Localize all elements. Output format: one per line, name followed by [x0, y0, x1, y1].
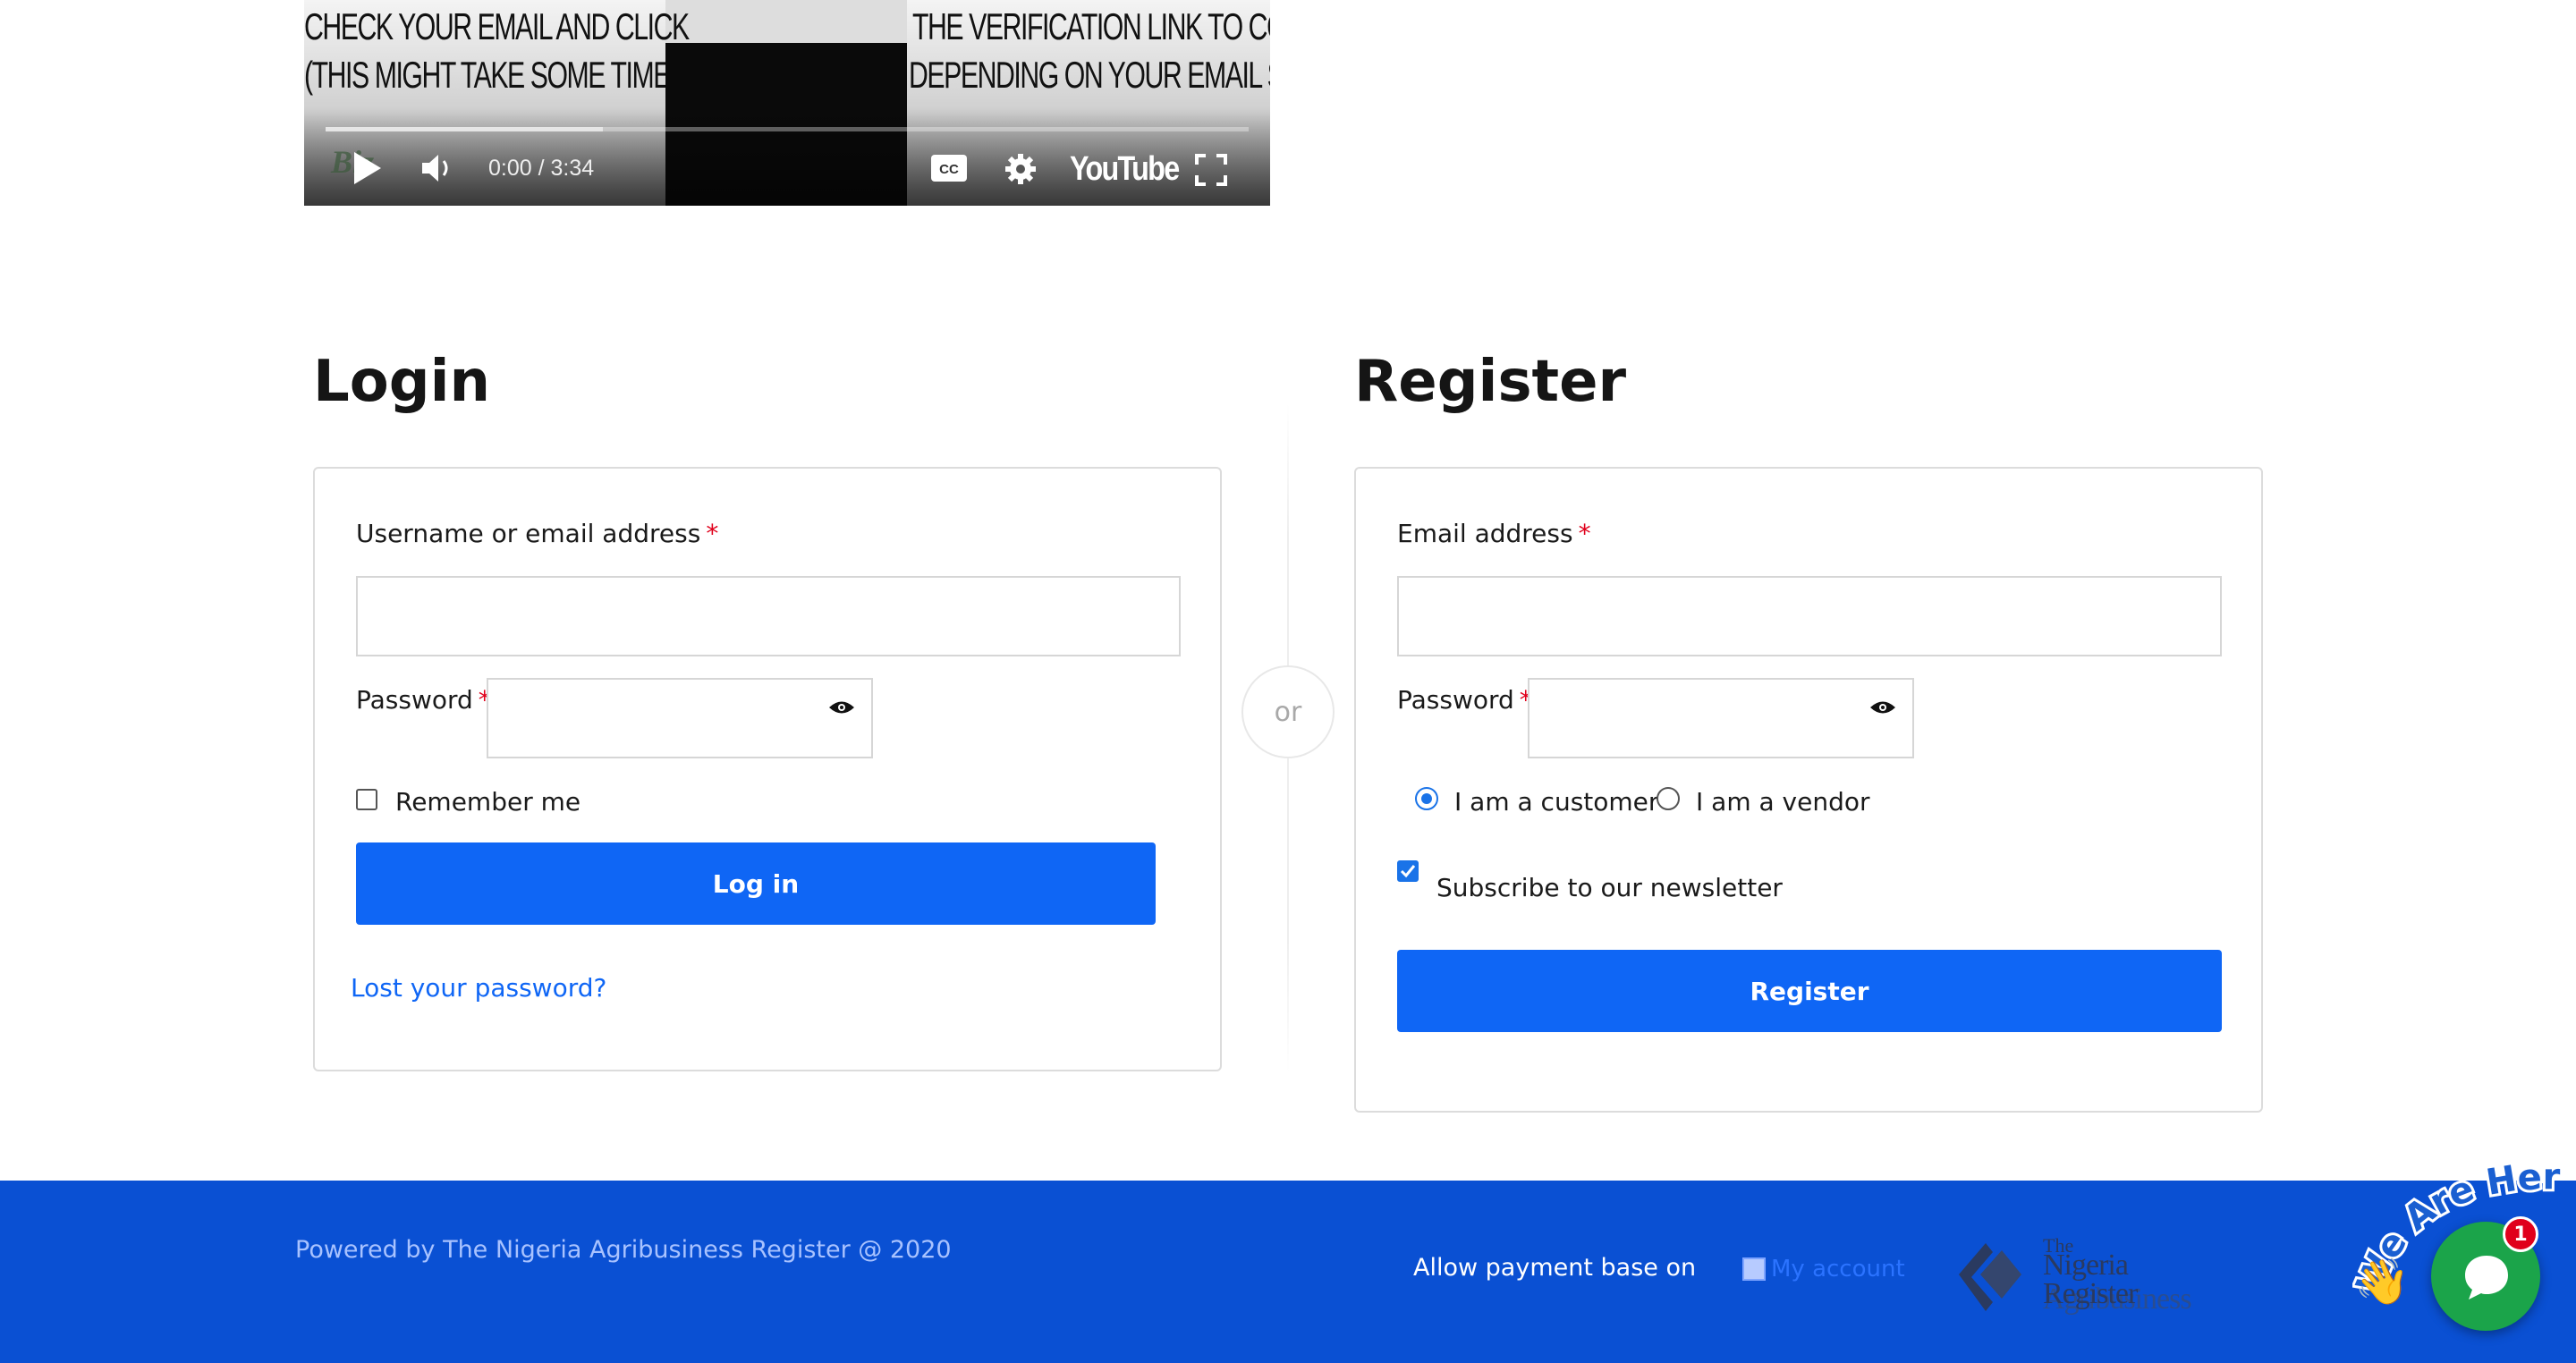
fullscreen-icon[interactable] — [1195, 154, 1227, 190]
newsletter-checkbox[interactable] — [1397, 860, 1419, 882]
register-logo-mark-icon — [1959, 1243, 2021, 1311]
waving-hand-icon: 👋 — [2354, 1256, 2411, 1308]
footer-powered-by: Powered by The Nigeria Agribusiness Regi… — [295, 1236, 952, 1264]
video-progress-loaded — [326, 127, 603, 131]
captions-icon[interactable]: CC — [930, 154, 968, 186]
register-password-label-text: Password — [1397, 685, 1514, 715]
login-heading: Login — [313, 349, 491, 415]
or-divider: or — [1241, 665, 1335, 758]
email-label-text: Email address — [1397, 519, 1573, 548]
site-footer: Powered by The Nigeria Agribusiness Regi… — [0, 1181, 2576, 1363]
unread-count-badge: 1 — [2503, 1216, 2538, 1252]
video-progress-bar[interactable] — [326, 127, 1249, 131]
logo-register-text: Register — [2043, 1277, 2138, 1310]
volume-icon[interactable] — [420, 152, 456, 188]
remember-me-label[interactable]: Remember me — [395, 787, 580, 817]
login-password-label-text: Password — [356, 685, 473, 715]
username-label-text: Username or email address — [356, 519, 701, 548]
video-caption-line1-right: THE VERIFICATION LINK TO CO — [912, 5, 1270, 47]
video-caption-line2-right: DEPENDING ON YOUR EMAIL SE — [909, 54, 1270, 96]
login-password-input[interactable] — [487, 678, 873, 758]
play-icon[interactable] — [352, 150, 383, 190]
register-button[interactable]: Register — [1397, 950, 2222, 1032]
nigeria-agribusiness-register-logo: The Nigeria Agribusiness Register — [1950, 1234, 2281, 1324]
svg-text:CC: CC — [939, 162, 959, 177]
register-heading: Register — [1354, 349, 1627, 415]
remember-me-checkbox[interactable] — [356, 789, 377, 810]
chat-bubble-icon — [2465, 1256, 2508, 1300]
username-input[interactable] — [356, 576, 1181, 656]
email-label: Email address * — [1397, 519, 1591, 548]
video-player[interactable]: CHECK YOUR EMAIL AND CLICK (THIS MIGHT T… — [304, 0, 1270, 206]
login-card: Username or email address * Password * Rem… — [313, 467, 1222, 1071]
register-password-input[interactable] — [1528, 678, 1914, 758]
customer-radio[interactable] — [1415, 787, 1438, 810]
youtube-logo[interactable]: YouTube — [1070, 150, 1180, 189]
login-password-label: Password * — [356, 685, 491, 715]
video-caption-line2-left: (THIS MIGHT TAKE SOME TIME, — [304, 54, 677, 96]
my-account-link[interactable]: My account — [1771, 1256, 1905, 1283]
lost-password-link[interactable]: Lost your password? — [351, 973, 606, 1003]
vendor-radio-label[interactable]: I am a vendor — [1696, 787, 1870, 817]
show-password-eye-icon[interactable] — [1869, 699, 1896, 715]
broken-image-icon — [1742, 1257, 1766, 1281]
show-password-eye-icon[interactable] — [828, 699, 855, 715]
vendor-radio[interactable] — [1657, 787, 1680, 810]
username-label: Username or email address * — [356, 519, 718, 548]
register-password-label: Password * — [1397, 685, 1532, 715]
customer-radio-label[interactable]: I am a customer — [1454, 787, 1658, 817]
video-time: 0:00 / 3:34 — [488, 156, 595, 181]
newsletter-label[interactable]: Subscribe to our newsletter — [1436, 873, 1783, 902]
email-input[interactable] — [1397, 576, 2222, 656]
register-card: Email address * Password * I am a customer… — [1354, 467, 2263, 1113]
login-button[interactable]: Log in — [356, 842, 1156, 925]
chat-launcher-button[interactable]: 1 — [2431, 1216, 2540, 1331]
settings-gear-icon[interactable] — [1004, 152, 1038, 190]
footer-allow-payment: Allow payment base on — [1413, 1254, 1697, 1282]
required-mark: * — [1578, 519, 1591, 548]
required-mark: * — [706, 519, 719, 548]
video-caption-line1-left: CHECK YOUR EMAIL AND CLICK — [304, 5, 690, 47]
